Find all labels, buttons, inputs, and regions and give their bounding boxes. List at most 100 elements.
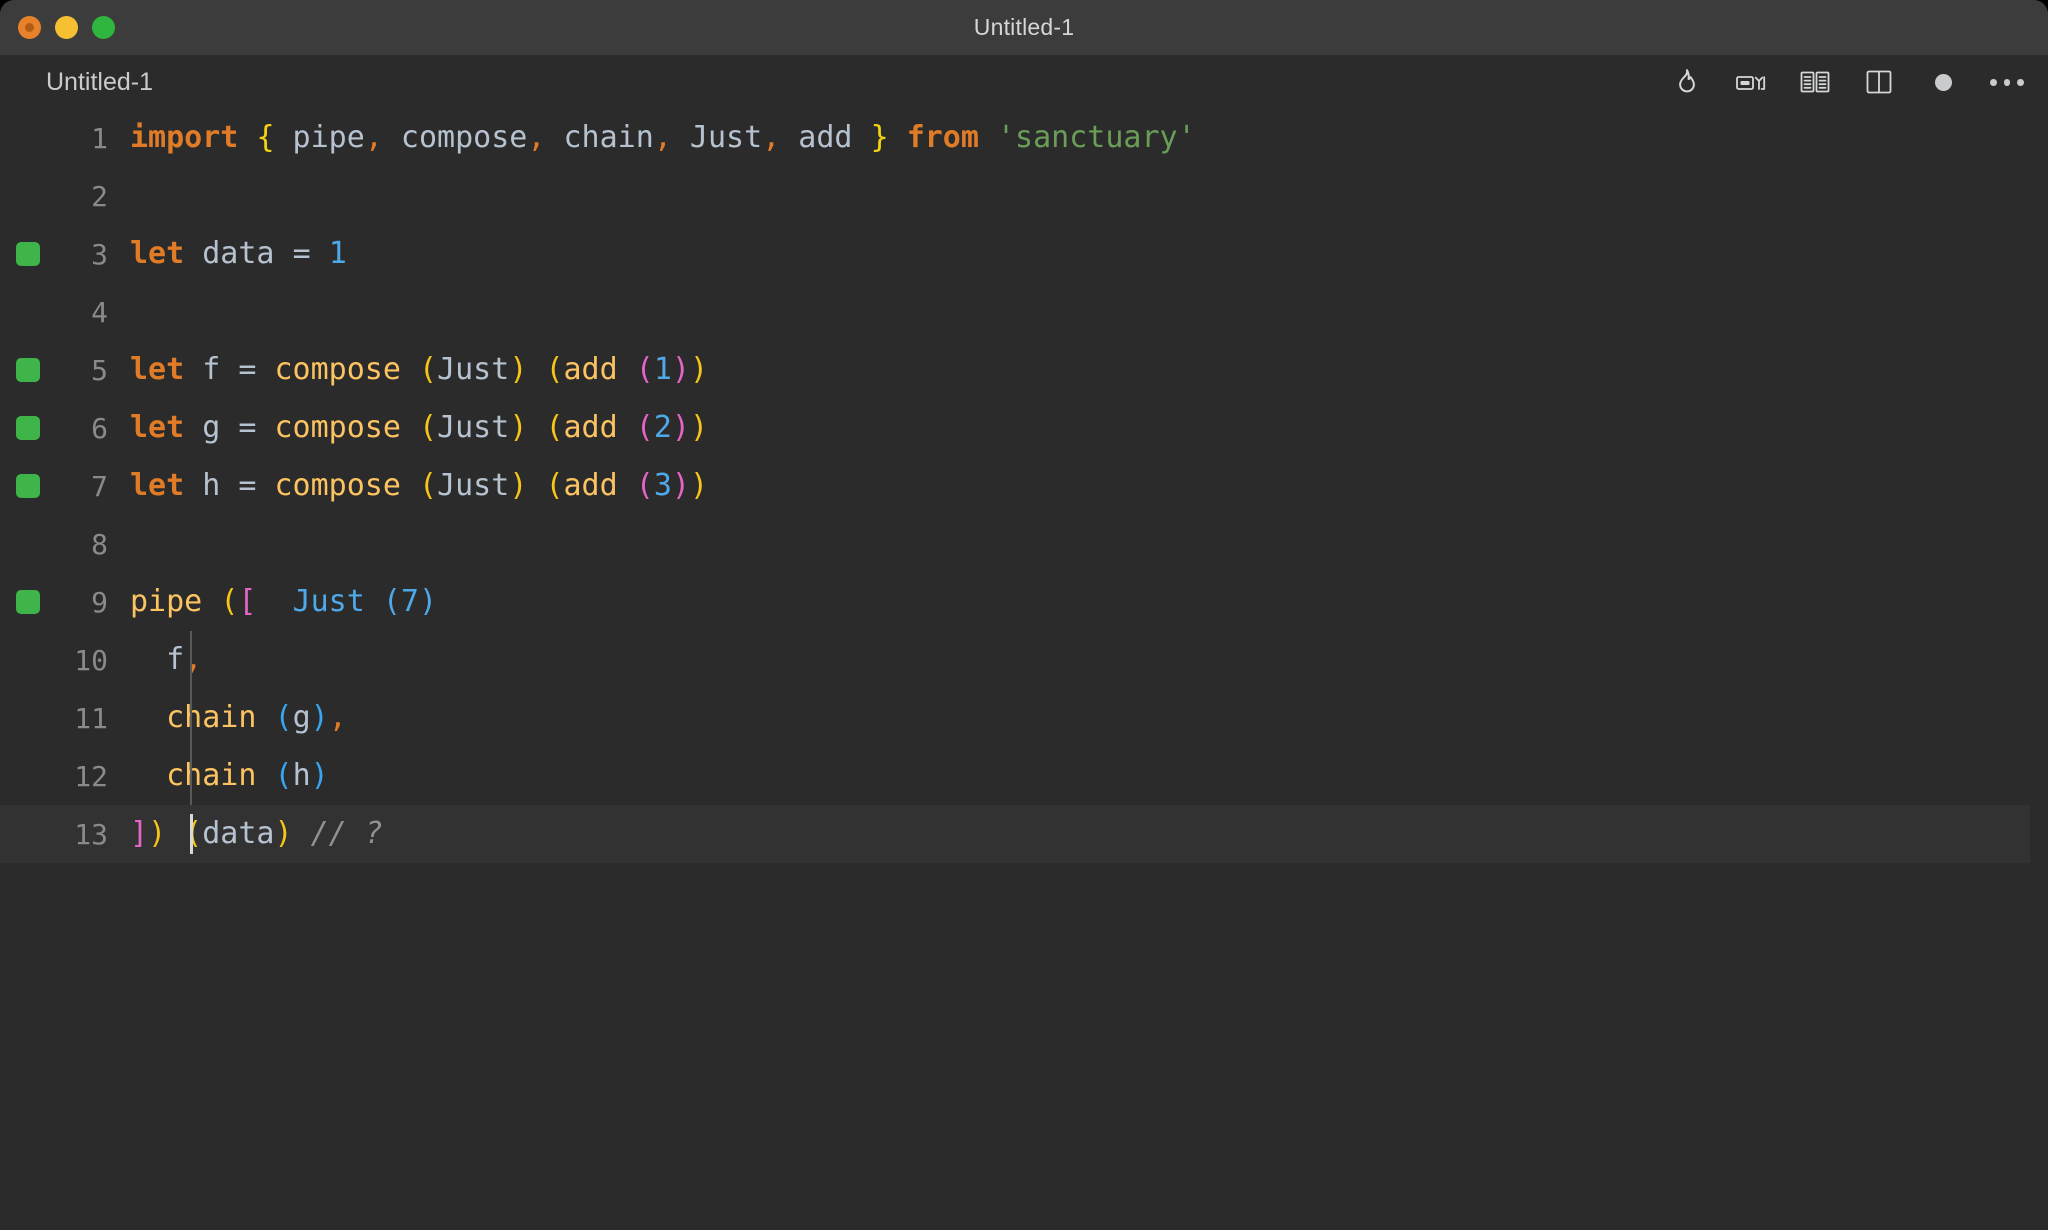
token: compose (274, 352, 401, 387)
token: ( (545, 352, 564, 387)
token: ( (184, 816, 203, 851)
code-line-12[interactable]: 12 chain (h) (0, 747, 2048, 805)
code-text[interactable]: chain (h) (130, 747, 329, 805)
token: data (202, 816, 275, 851)
token: ) (310, 700, 329, 735)
gutter-run-marker-icon[interactable] (16, 416, 40, 440)
token: ) (310, 758, 329, 793)
token: 'sanctuary' (997, 120, 1196, 155)
token: let (130, 410, 185, 445)
token: h (292, 758, 311, 793)
code-text[interactable]: let g = compose (Just) (add (2)) (130, 399, 708, 457)
unsaved-dot-icon[interactable] (1926, 65, 1960, 99)
token: add (563, 352, 618, 387)
tab-untitled-1[interactable]: Untitled-1 (46, 68, 153, 97)
token: data (184, 236, 293, 271)
line-number: 13 (74, 817, 108, 851)
line-number: 10 (74, 643, 108, 677)
maximize-button[interactable] (92, 16, 115, 39)
code-line-2[interactable]: 2 (0, 167, 2048, 225)
editor-window: Untitled-1 Untitled-1 1 import {pipe, c… (0, 0, 2048, 1230)
text-caret (190, 814, 193, 854)
token: ( (545, 410, 564, 445)
code-line-9[interactable]: 9 pipe ([ Just (7) (0, 573, 2048, 631)
token: let (130, 468, 185, 503)
gutter-run-marker-icon[interactable] (16, 242, 40, 266)
token: ( (635, 410, 654, 445)
code-text[interactable]: ]) (data) // ? (130, 805, 383, 863)
tab-bar: Untitled-1 (0, 55, 2048, 109)
token: ) (671, 410, 690, 445)
token: Just (437, 410, 510, 445)
token: ) (509, 468, 528, 503)
line-number: 1 (91, 121, 108, 155)
token: add (780, 120, 871, 155)
code-text[interactable]: let f = compose (Just) (add (1)) (130, 341, 708, 399)
code-line-10[interactable]: 10 f, (0, 631, 2048, 689)
code-text[interactable]: chain (g), (130, 689, 347, 747)
token: ( (419, 352, 438, 387)
code-line-7[interactable]: 7 let h = compose (Just) (add (3)) (0, 457, 2048, 515)
token: 3 (653, 468, 672, 503)
code-editor[interactable]: 1 import { pipe, compose, chain, Just, ad… (0, 109, 2048, 1230)
more-actions-icon[interactable] (1990, 65, 2025, 99)
gutter-run-marker-icon[interactable] (16, 590, 40, 614)
code-text[interactable]: import { pipe, compose, chain, Just, add… (130, 109, 1196, 167)
code-line-3[interactable]: 3 let data = 1 (0, 225, 2048, 283)
minimize-button[interactable] (55, 16, 78, 39)
window-titlebar: Untitled-1 (0, 0, 2048, 55)
token: ) (671, 352, 690, 387)
token: let (130, 352, 185, 387)
code-text[interactable]: let h = compose (Just) (add (3)) (130, 457, 708, 515)
line-number: 2 (91, 179, 108, 213)
token: 2 (653, 410, 672, 445)
code-text[interactable]: let data = 1 (130, 225, 347, 283)
code-line-8[interactable]: 8 (0, 515, 2048, 573)
token: { (256, 120, 275, 155)
token: pipe (130, 584, 203, 619)
code-line-13[interactable]: 13 ]) (data) // ? (0, 805, 2048, 863)
gutter-run-marker-icon[interactable] (16, 474, 40, 498)
open-book-icon[interactable] (1798, 65, 1832, 99)
code-line-5[interactable]: 5 let f = compose (Just) (add (1)) (0, 341, 2048, 399)
editor-scrollbar[interactable] (2030, 109, 2048, 1230)
token: = (238, 352, 257, 387)
code-line-1[interactable]: 1 import { pipe, compose, chain, Just, ad… (0, 109, 2048, 167)
token: g (292, 700, 311, 735)
token: chain (166, 758, 257, 793)
token: ) (689, 410, 708, 445)
code-lines: 1 import { pipe, compose, chain, Just, ad… (0, 109, 2048, 863)
flame-icon[interactable] (1670, 65, 1704, 99)
token: ( (635, 468, 654, 503)
run-quokka-icon[interactable] (1734, 65, 1768, 99)
token: , (364, 120, 383, 155)
token: Just (437, 352, 510, 387)
gutter-run-marker-icon[interactable] (16, 358, 40, 382)
close-button[interactable] (18, 16, 41, 39)
token: ( (274, 700, 293, 735)
token: ( (220, 584, 239, 619)
code-line-11[interactable]: 11 chain (g), (0, 689, 2048, 747)
code-line-4[interactable]: 4 (0, 283, 2048, 341)
indent-guide (190, 631, 192, 805)
code-text[interactable]: pipe ([ Just (7) (130, 573, 437, 631)
token: ) (671, 468, 690, 503)
token: ) (274, 816, 293, 851)
token: = (238, 410, 257, 445)
editor-toolbar (1670, 55, 2025, 109)
token: import (130, 120, 239, 155)
code-line-6[interactable]: 6 let g = compose (Just) (add (2)) (0, 399, 2048, 457)
line-number: 8 (91, 527, 108, 561)
token: f (184, 352, 239, 387)
split-editor-icon[interactable] (1862, 65, 1896, 99)
token: from (906, 120, 979, 155)
